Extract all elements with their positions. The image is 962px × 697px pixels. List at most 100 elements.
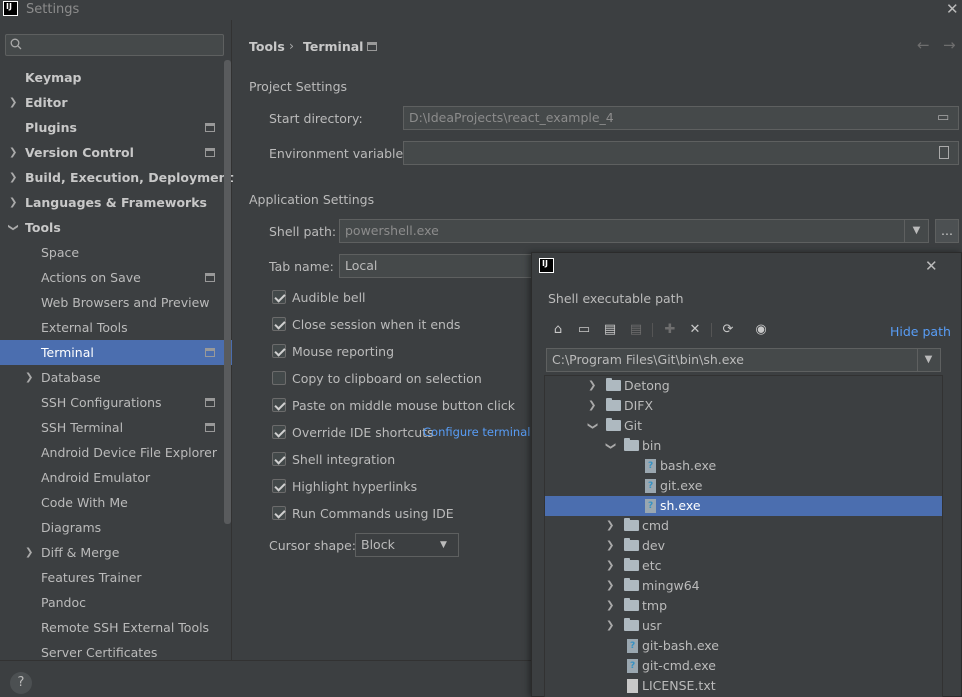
checkbox-icon[interactable] xyxy=(272,479,286,493)
help-button[interactable]: ? xyxy=(10,672,32,694)
sidebar-item-build[interactable]: ❯ Build, Execution, Deployment xyxy=(0,165,233,190)
sidebar-item-editor[interactable]: ❯ Editor xyxy=(0,90,232,115)
tree-node-folder[interactable]: ❯ bin xyxy=(545,436,942,456)
sidebar-item-tools[interactable]: ❯ Tools xyxy=(0,215,232,240)
env-variables-field[interactable] xyxy=(403,141,959,165)
audible-bell-checkbox[interactable]: Audible bell xyxy=(272,288,366,308)
tree-node-folder[interactable]: ❯ Detong xyxy=(545,376,942,396)
browse-button[interactable]: ... xyxy=(935,219,959,243)
folder-icon[interactable]: ▭ xyxy=(937,107,949,129)
chevron-down-icon[interactable]: ❯ xyxy=(600,442,620,450)
sidebar-item-features-trainer[interactable]: Features Trainer xyxy=(0,565,232,590)
chevron-right-icon[interactable]: ❯ xyxy=(25,540,33,565)
sidebar-item-actions-on-save[interactable]: Actions on Save xyxy=(0,265,232,290)
close-icon[interactable]: ✕ xyxy=(925,257,938,275)
mouse-reporting-checkbox[interactable]: Mouse reporting xyxy=(272,342,394,362)
chevron-right-icon[interactable]: ❯ xyxy=(9,140,17,165)
chevron-down-icon[interactable]: ▼ xyxy=(904,220,928,242)
sidebar-item-languages[interactable]: ❯ Languages & Frameworks xyxy=(0,190,232,215)
tree-node-folder[interactable]: ❯ dev xyxy=(545,536,942,556)
home-icon[interactable]: ⌂ xyxy=(550,322,566,338)
chevron-right-icon[interactable]: ❯ xyxy=(606,556,614,576)
project-folder-icon[interactable]: ▤ xyxy=(602,322,618,338)
search-input[interactable] xyxy=(5,34,224,56)
tree-node-file[interactable]: sh.exe xyxy=(545,496,942,516)
sidebar-item-keymap[interactable]: Keymap xyxy=(0,65,232,90)
chevron-down-icon[interactable]: ❯ xyxy=(1,223,26,231)
sidebar-item-plugins[interactable]: Plugins xyxy=(0,115,232,140)
shell-path-combobox[interactable]: powershell.exe ▼ xyxy=(339,219,929,243)
tree-node-folder[interactable]: ❯ Git xyxy=(545,416,942,436)
close-icon[interactable]: ✕ xyxy=(946,0,959,18)
chevron-right-icon[interactable]: ❯ xyxy=(606,536,614,556)
tree-node-folder[interactable]: ❯ tmp xyxy=(545,596,942,616)
sidebar-item-code-with-me[interactable]: Code With Me xyxy=(0,490,232,515)
chevron-right-icon[interactable]: ❯ xyxy=(606,596,614,616)
chevron-right-icon[interactable]: ❯ xyxy=(606,576,614,596)
sidebar-item-diff-merge[interactable]: ❯ Diff & Merge xyxy=(0,540,232,565)
desktop-icon[interactable]: ▭ xyxy=(576,322,592,338)
chevron-right-icon[interactable]: ❯ xyxy=(25,365,33,390)
start-directory-field[interactable]: D:\IdeaProjects\react_example_4 ▭ xyxy=(403,106,959,130)
close-session-checkbox[interactable]: Close session when it ends xyxy=(272,315,460,335)
refresh-icon[interactable]: ⟳ xyxy=(720,322,736,338)
chevron-down-icon[interactable]: ❯ xyxy=(582,422,602,430)
chevron-down-icon[interactable]: ▼ xyxy=(440,534,447,556)
sidebar-item-diagrams[interactable]: Diagrams xyxy=(0,515,232,540)
sidebar-item-external-tools[interactable]: External Tools xyxy=(0,315,232,340)
checkbox-icon[interactable] xyxy=(272,344,286,358)
delete-icon[interactable]: ✕ xyxy=(687,322,703,338)
tree-node-folder[interactable]: ❯ usr xyxy=(545,616,942,636)
sidebar-item-web-browsers[interactable]: Web Browsers and Preview xyxy=(0,290,232,315)
breadcrumb-parent[interactable]: Tools xyxy=(249,39,285,54)
sidebar-item-ssh-configurations[interactable]: SSH Configurations xyxy=(0,390,232,415)
show-hidden-icon[interactable]: ◉ xyxy=(753,322,769,338)
chevron-right-icon[interactable]: ❯ xyxy=(9,90,17,115)
forward-arrow-icon[interactable]: → xyxy=(943,36,956,54)
chevron-down-icon[interactable]: ▼ xyxy=(917,349,939,371)
sidebar-scrollbar[interactable] xyxy=(224,60,231,524)
new-folder-icon[interactable]: ✚ xyxy=(662,322,678,338)
tree-node-file[interactable]: LICENSE.txt xyxy=(545,676,942,696)
tree-node-file[interactable]: bash.exe xyxy=(545,456,942,476)
checkbox-icon[interactable] xyxy=(272,398,286,412)
chevron-right-icon[interactable]: ❯ xyxy=(606,516,614,536)
cursor-shape-select[interactable]: Block ▼ xyxy=(355,533,459,557)
module-folder-icon[interactable]: ▤ xyxy=(628,322,644,338)
checkbox-icon[interactable] xyxy=(272,290,286,304)
sidebar-item-server-certificates[interactable]: Server Certificates xyxy=(0,640,232,660)
sidebar-item-android-file-explorer[interactable]: Android Device File Explorer xyxy=(0,440,232,465)
override-shortcuts-checkbox[interactable]: Override IDE shortcuts xyxy=(272,423,434,443)
paste-middle-click-checkbox[interactable]: Paste on middle mouse button click xyxy=(272,396,515,416)
chevron-right-icon[interactable]: ❯ xyxy=(606,616,614,636)
checkbox-icon[interactable] xyxy=(272,452,286,466)
chevron-right-icon[interactable]: ❯ xyxy=(9,190,17,215)
sidebar-item-database[interactable]: ❯ Database xyxy=(0,365,232,390)
run-commands-ide-checkbox[interactable]: Run Commands using IDE xyxy=(272,504,454,524)
tree-node-file[interactable]: git-bash.exe xyxy=(545,636,942,656)
checkbox-icon[interactable] xyxy=(272,425,286,439)
sidebar-item-space[interactable]: Space xyxy=(0,240,232,265)
tree-node-folder[interactable]: ❯ etc xyxy=(545,556,942,576)
tree-node-file[interactable]: git-cmd.exe xyxy=(545,656,942,676)
chevron-right-icon[interactable]: ❯ xyxy=(588,376,596,396)
path-combobox[interactable]: C:\Program Files\Git\bin\sh.exe ▼ xyxy=(546,348,941,372)
chevron-right-icon[interactable]: ❯ xyxy=(9,165,17,190)
back-arrow-icon[interactable]: ← xyxy=(917,36,930,54)
edit-document-icon[interactable] xyxy=(939,146,949,159)
sidebar-item-android-emulator[interactable]: Android Emulator xyxy=(0,465,232,490)
tree-node-folder[interactable]: ❯ DIFX xyxy=(545,396,942,416)
sidebar-item-version-control[interactable]: ❯ Version Control xyxy=(0,140,232,165)
checkbox-icon[interactable] xyxy=(272,506,286,520)
sidebar-item-pandoc[interactable]: Pandoc xyxy=(0,590,232,615)
highlight-hyperlinks-checkbox[interactable]: Highlight hyperlinks xyxy=(272,477,417,497)
chevron-right-icon[interactable]: ❯ xyxy=(588,396,596,416)
sidebar-item-terminal[interactable]: Terminal xyxy=(0,340,232,365)
checkbox-icon[interactable] xyxy=(272,317,286,331)
checkbox-icon[interactable] xyxy=(272,371,286,385)
tree-node-folder[interactable]: ❯ mingw64 xyxy=(545,576,942,596)
configure-terminal-link[interactable]: Configure terminal k xyxy=(423,425,541,439)
sidebar-item-remote-ssh-tools[interactable]: Remote SSH External Tools xyxy=(0,615,232,640)
shell-integration-checkbox[interactable]: Shell integration xyxy=(272,450,395,470)
tree-node-file[interactable]: git.exe xyxy=(545,476,942,496)
